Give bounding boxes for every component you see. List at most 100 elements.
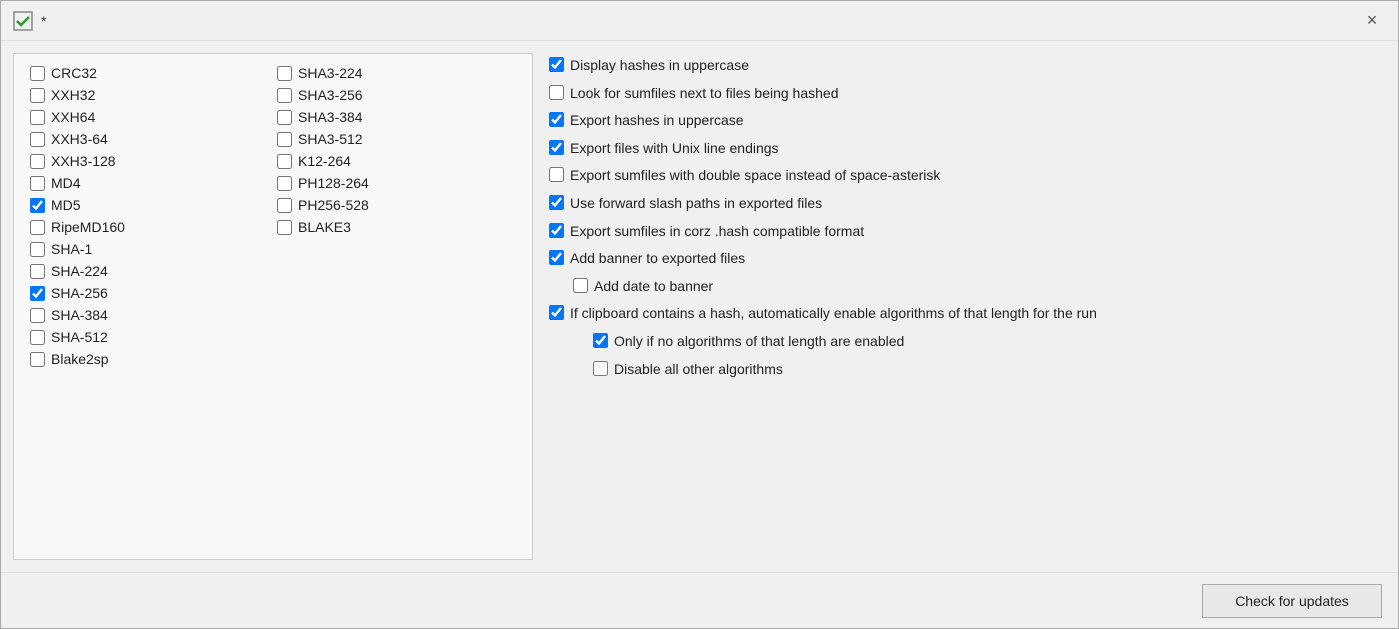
option-label-export_uppercase: Export hashes in uppercase: [570, 111, 744, 131]
algorithm-grid: CRC32XXH32XXH64 XXH3-64 XXH3-128 MD4 MD5 Ripe…: [26, 62, 520, 370]
option-label-disable_others: Disable all other algorithms: [614, 360, 783, 380]
algo-item-xxh64[interactable]: XXH64: [26, 106, 273, 128]
close-button[interactable]: ×: [1358, 7, 1386, 35]
algo-checkbox-ripemd160[interactable]: [30, 220, 45, 235]
algo-checkbox-ph128_264[interactable]: [277, 176, 292, 191]
algo-item-sha3_512[interactable]: SHA3-512: [273, 128, 520, 150]
algo-checkbox-xxh32[interactable]: [30, 88, 45, 103]
algo-item-xxh3_128[interactable]: XXH3-128: [26, 150, 273, 172]
algo-checkbox-sha3_512[interactable]: [277, 132, 292, 147]
algo-checkbox-sha256[interactable]: [30, 286, 45, 301]
algo-item-ripemd160[interactable]: RipeMD160: [26, 216, 273, 238]
algo-label-ph256_528: PH256-528: [298, 197, 369, 213]
algo-checkbox-sha3_384[interactable]: [277, 110, 292, 125]
algo-checkbox-sha3_224[interactable]: [277, 66, 292, 81]
option-label-look_sumfiles: Look for sumfiles next to files being ha…: [570, 84, 839, 104]
option-item-export_uppercase[interactable]: Export hashes in uppercase: [545, 108, 1386, 134]
option-label-export_unix: Export files with Unix line endings: [570, 139, 779, 159]
option-checkbox-disable_others[interactable]: [593, 361, 608, 376]
algo-checkbox-xxh3_64[interactable]: [30, 132, 45, 147]
algo-checkbox-sha384[interactable]: [30, 308, 45, 323]
algo-checkbox-blake3[interactable]: [277, 220, 292, 235]
option-item-look_sumfiles[interactable]: Look for sumfiles next to files being ha…: [545, 81, 1386, 107]
option-checkbox-export_uppercase[interactable]: [549, 112, 564, 127]
algo-item-sha3_256[interactable]: SHA3-256: [273, 84, 520, 106]
content-area: CRC32XXH32XXH64 XXH3-64 XXH3-128 MD4 MD5 Ripe…: [1, 41, 1398, 572]
algo-item-sha256[interactable]: SHA-256: [26, 282, 273, 304]
bottom-bar: Check for updates: [1, 572, 1398, 628]
algo-checkbox-sha3_256[interactable]: [277, 88, 292, 103]
algo-item-xxh3_64[interactable]: XXH3-64: [26, 128, 273, 150]
algo-label-blake3: BLAKE3: [298, 219, 351, 235]
algo-item-sha512[interactable]: SHA-512: [26, 326, 273, 348]
algo-item-blake2sp[interactable]: Blake2sp: [26, 348, 273, 370]
algo-checkbox-ph256_528[interactable]: [277, 198, 292, 213]
algo-label-sha3_256: SHA3-256: [298, 87, 363, 103]
algo-label-sha384: SHA-384: [51, 307, 108, 323]
algo-label-sha512: SHA-512: [51, 329, 108, 345]
option-checkbox-export_unix[interactable]: [549, 140, 564, 155]
option-checkbox-add_date_banner[interactable]: [573, 278, 588, 293]
option-item-only_if_none[interactable]: Only if no algorithms of that length are…: [545, 329, 1386, 355]
option-label-export_double_space: Export sumfiles with double space instea…: [570, 166, 940, 186]
algorithm-col-left: CRC32XXH32XXH64 XXH3-64 XXH3-128 MD4 MD5 Ripe…: [26, 62, 273, 370]
algo-item-crc32[interactable]: CRC32: [26, 62, 273, 84]
algo-label-sha3_384: SHA3-384: [298, 109, 363, 125]
algo-label-sha3_512: SHA3-512: [298, 131, 363, 147]
algo-label-xxh3_64: XXH3-64: [51, 131, 108, 147]
option-checkbox-forward_slash[interactable]: [549, 195, 564, 210]
option-checkbox-corz_format[interactable]: [549, 223, 564, 238]
algorithm-col-right: SHA3-224SHA3-256SHA3-384SHA3-512K12-264P…: [273, 62, 520, 370]
options-panel: Display hashes in uppercase Look for sumf…: [545, 53, 1386, 560]
algo-checkbox-sha512[interactable]: [30, 330, 45, 345]
algo-item-ph128_264[interactable]: PH128-264: [273, 172, 520, 194]
option-item-add_date_banner[interactable]: Add date to banner: [545, 274, 1386, 300]
window-title: *: [41, 13, 46, 29]
algo-item-md4[interactable]: MD4: [26, 172, 273, 194]
option-item-disable_others[interactable]: Disable all other algorithms: [545, 357, 1386, 383]
algo-item-ph256_528[interactable]: PH256-528: [273, 194, 520, 216]
option-item-clipboard_hash[interactable]: If clipboard contains a hash, automatica…: [545, 301, 1386, 327]
algo-checkbox-sha1[interactable]: [30, 242, 45, 257]
algo-checkbox-crc32[interactable]: [30, 66, 45, 81]
algo-item-k12_264[interactable]: K12-264: [273, 150, 520, 172]
algo-item-md5[interactable]: MD5: [26, 194, 273, 216]
option-item-export_double_space[interactable]: Export sumfiles with double space instea…: [545, 163, 1386, 189]
check-updates-button[interactable]: Check for updates: [1202, 584, 1382, 618]
option-item-export_unix[interactable]: Export files with Unix line endings: [545, 136, 1386, 162]
algo-checkbox-xxh64[interactable]: [30, 110, 45, 125]
algo-item-sha384[interactable]: SHA-384: [26, 304, 273, 326]
option-item-forward_slash[interactable]: Use forward slash paths in exported file…: [545, 191, 1386, 217]
algo-checkbox-md5[interactable]: [30, 198, 45, 213]
algo-label-md4: MD4: [51, 175, 81, 191]
option-checkbox-look_sumfiles[interactable]: [549, 85, 564, 100]
algo-label-sha1: SHA-1: [51, 241, 92, 257]
option-checkbox-display_uppercase[interactable]: [549, 57, 564, 72]
algo-checkbox-blake2sp[interactable]: [30, 352, 45, 367]
algo-item-sha224[interactable]: SHA-224: [26, 260, 273, 282]
option-checkbox-add_banner[interactable]: [549, 250, 564, 265]
option-item-display_uppercase[interactable]: Display hashes in uppercase: [545, 53, 1386, 79]
option-checkbox-only_if_none[interactable]: [593, 333, 608, 348]
option-checkbox-clipboard_hash[interactable]: [549, 305, 564, 320]
algo-checkbox-k12_264[interactable]: [277, 154, 292, 169]
algo-checkbox-xxh3_128[interactable]: [30, 154, 45, 169]
algo-item-xxh32[interactable]: XXH32: [26, 84, 273, 106]
algo-item-sha3_384[interactable]: SHA3-384: [273, 106, 520, 128]
option-label-display_uppercase: Display hashes in uppercase: [570, 56, 749, 76]
algo-label-sha256: SHA-256: [51, 285, 108, 301]
algo-label-xxh3_128: XXH3-128: [51, 153, 116, 169]
option-item-add_banner[interactable]: Add banner to exported files: [545, 246, 1386, 272]
title-bar: * ×: [1, 1, 1398, 41]
app-icon: [13, 11, 33, 31]
algo-checkbox-sha224[interactable]: [30, 264, 45, 279]
algo-label-ripemd160: RipeMD160: [51, 219, 125, 235]
option-checkbox-export_double_space[interactable]: [549, 167, 564, 182]
algo-item-blake3[interactable]: BLAKE3: [273, 216, 520, 238]
algo-checkbox-md4[interactable]: [30, 176, 45, 191]
algo-item-sha1[interactable]: SHA-1: [26, 238, 273, 260]
algorithms-panel: CRC32XXH32XXH64 XXH3-64 XXH3-128 MD4 MD5 Ripe…: [13, 53, 533, 560]
algo-item-sha3_224[interactable]: SHA3-224: [273, 62, 520, 84]
option-item-corz_format[interactable]: Export sumfiles in corz .hash compatible…: [545, 219, 1386, 245]
algo-label-sha3_224: SHA3-224: [298, 65, 363, 81]
